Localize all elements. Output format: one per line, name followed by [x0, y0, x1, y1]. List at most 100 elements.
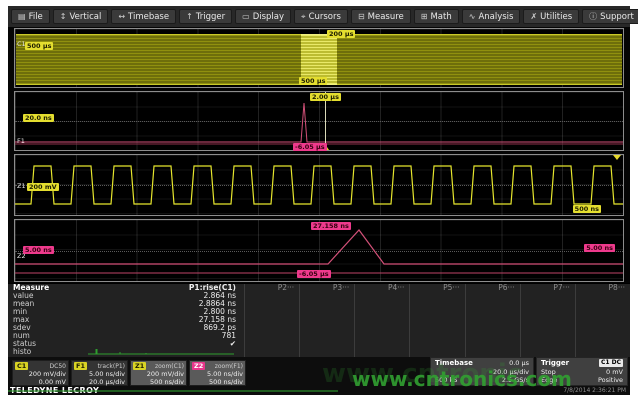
- analysis-icon: ∿: [469, 12, 476, 21]
- empty-cell: [466, 308, 520, 316]
- c1-hscale: 0.00 mV: [15, 378, 66, 386]
- trace-descriptor-row: C1DC50200 mV/div0.00 mVF1track(P1)5.00 n…: [12, 360, 246, 386]
- grid4-left-badge: 5.00 ns: [23, 246, 54, 254]
- p6-header[interactable]: P6···: [466, 284, 520, 292]
- empty-cell: [576, 316, 630, 324]
- p2-header[interactable]: P2···: [245, 284, 299, 292]
- math-icon: ⊞: [421, 12, 428, 21]
- grid-z2-zoom[interactable]: Z2 5.00 ns 27.158 ns -6.05 μs 5.00 ns: [14, 219, 624, 282]
- empty-cell: [300, 332, 354, 340]
- empty-cell: [245, 324, 299, 332]
- empty-cell: [245, 316, 299, 324]
- descriptor-c1[interactable]: C1DC50200 mV/div0.00 mV: [12, 360, 69, 386]
- empty-cell: [300, 308, 354, 316]
- grid3-scale-badge: 500 ns: [573, 205, 601, 213]
- p1-histo: [86, 348, 244, 356]
- grid-f1-track[interactable]: F1 20.0 ns 2.00 μs -6.05 μs: [14, 91, 624, 151]
- descriptor-f1[interactable]: F1track(P1)5.00 ns/div20.0 μs/div: [71, 360, 128, 386]
- empty-cell: [576, 292, 630, 300]
- channel-label-z2: Z2: [17, 253, 26, 260]
- measure-row-label-status: status: [13, 340, 86, 348]
- empty-cell: [466, 340, 520, 348]
- empty-cell: [355, 300, 409, 308]
- c1-vscale: 200 mV/div: [15, 370, 66, 378]
- grid4-right-badge: 5.00 ns: [584, 244, 615, 252]
- empty-cell: [466, 316, 520, 324]
- screenshot-canvas: ▤File↕Vertical↔Timebase↑Trigger▭Display⌖…: [0, 0, 638, 401]
- measure-title: Measure: [13, 284, 86, 292]
- watermark: www.cntronics.com: [352, 367, 572, 391]
- empty-cell: [466, 292, 520, 300]
- empty-cell: [576, 348, 630, 356]
- c1-chip: C1: [15, 362, 28, 370]
- grid-z1-zoom[interactable]: Z1 200 mV 500 ns: [14, 154, 624, 216]
- empty-cell: [521, 332, 575, 340]
- p1-max: 27.158 ns: [86, 316, 244, 324]
- trigger-slope: Positive: [598, 376, 623, 384]
- p7-header[interactable]: P7···: [521, 284, 575, 292]
- menu-item-file[interactable]: ▤File: [11, 9, 50, 24]
- z1-vscale: 200 mV/div: [133, 370, 184, 378]
- menu-item-vertical[interactable]: ↕Vertical: [53, 9, 109, 24]
- timestamp: 7/8/2014 2:36:21 PM: [563, 387, 626, 394]
- f1-hscale: 20.0 μs/div: [74, 378, 125, 386]
- f1-tag: track(P1): [98, 363, 125, 370]
- menu-item-measure[interactable]: ⊟Measure: [351, 9, 411, 24]
- p3-header[interactable]: P3···: [300, 284, 354, 292]
- grid1-left-badge: 500 μs: [25, 42, 53, 50]
- z2-hscale: 500 ns/div: [192, 378, 243, 386]
- p1-mean: 2.8864 ns: [86, 300, 244, 308]
- utilities-icon: ✗: [530, 12, 537, 21]
- z1-tag: zoom(C1): [155, 363, 184, 370]
- empty-cell: [466, 300, 520, 308]
- measure-column-p3: P3···: [299, 284, 354, 357]
- grid2-cursor-badge: 2.00 μs: [310, 93, 341, 101]
- measure-row-label-min: min: [13, 308, 86, 316]
- p5-header[interactable]: P5···: [410, 284, 464, 292]
- descriptor-z1[interactable]: Z1zoom(C1)200 mV/div500 ns/div: [130, 360, 187, 386]
- empty-cell: [355, 316, 409, 324]
- menu-item-display[interactable]: ▭Display: [235, 9, 291, 24]
- empty-cell: [576, 332, 630, 340]
- measure-column-p2: P2···: [244, 284, 299, 357]
- empty-cell: [300, 324, 354, 332]
- empty-cell: [576, 324, 630, 332]
- z2-vscale: 5.00 ns/div: [192, 370, 243, 378]
- waveform-display-area: C1 500 μs 200 μs 500 μs F1 20.0 ns 2.00 …: [8, 27, 630, 283]
- empty-cell: [521, 292, 575, 300]
- measure-column-p4: P4···: [354, 284, 409, 357]
- empty-cell: [300, 316, 354, 324]
- menu-bar: ▤File↕Vertical↔Timebase↑Trigger▭Display⌖…: [8, 6, 630, 27]
- empty-cell: [521, 324, 575, 332]
- measure-row-label-num: num: [13, 332, 86, 340]
- z2-tag: zoom(F1): [215, 363, 243, 370]
- menu-item-trigger[interactable]: ↑Trigger: [179, 9, 232, 24]
- trigger-icon: ↑: [186, 12, 193, 21]
- grid2-left-badge: 20.0 ns: [23, 114, 54, 122]
- support-icon: ⓘ: [589, 11, 597, 22]
- menu-item-utilities[interactable]: ✗Utilities: [523, 9, 579, 24]
- p1-sdev: 869.2 ps: [86, 324, 244, 332]
- vertical-icon: ↕: [60, 12, 67, 21]
- empty-cell: [355, 292, 409, 300]
- menu-item-analysis[interactable]: ∿Analysis: [462, 9, 521, 24]
- p8-header[interactable]: P8···: [576, 284, 630, 292]
- p1-header[interactable]: P1:rise(C1): [86, 284, 244, 292]
- empty-cell: [521, 340, 575, 348]
- grid2-spike-badge: -6.05 μs: [293, 143, 327, 151]
- menu-item-math[interactable]: ⊞Math: [414, 9, 459, 24]
- empty-cell: [576, 340, 630, 348]
- measure-column-p6: P6···: [465, 284, 520, 357]
- menu-item-support[interactable]: ⓘSupport: [582, 9, 638, 24]
- z2-chip: Z2: [192, 362, 205, 370]
- grid-c1[interactable]: C1 500 μs 200 μs 500 μs: [14, 28, 624, 88]
- empty-cell: [300, 292, 354, 300]
- empty-cell: [300, 300, 354, 308]
- descriptor-z2[interactable]: Z2 zoom(F1)5.00 ns/div500 ns/div: [189, 360, 246, 386]
- p4-header[interactable]: P4···: [355, 284, 409, 292]
- display-icon: ▭: [242, 12, 250, 21]
- menu-item-timebase[interactable]: ↔Timebase: [111, 9, 176, 24]
- menu-item-cursors[interactable]: ⌖Cursors: [294, 9, 348, 24]
- empty-cell: [245, 300, 299, 308]
- channel-label-z1: Z1: [17, 183, 26, 190]
